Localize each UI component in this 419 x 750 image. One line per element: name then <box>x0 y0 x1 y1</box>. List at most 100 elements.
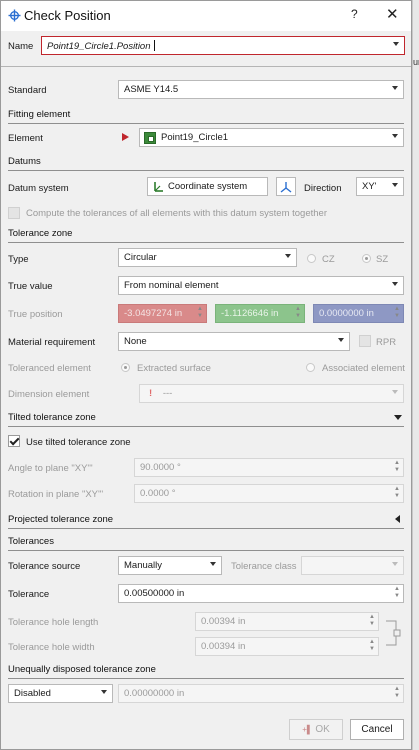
rpr-checkbox[interactable] <box>359 335 371 347</box>
ok-label: OK <box>315 724 330 735</box>
section-tolerance-zone: Tolerance zone <box>8 228 404 243</box>
spin-down-icon: ▼ <box>394 493 400 499</box>
datum-system-label: Datum system <box>8 183 69 194</box>
section-unequally-disposed: Unequally disposed tolerance zone <box>8 664 404 679</box>
chevron-down-icon <box>392 390 398 394</box>
text-cursor <box>154 40 156 51</box>
background-text-fragment: ur <box>413 57 419 67</box>
hole-width-value: 0.00394 in <box>201 641 246 652</box>
datum-system-select[interactable]: Coordinate system <box>147 177 268 196</box>
true-position-y-value: -1.1126646 in <box>221 308 279 319</box>
associated-element-radio[interactable] <box>306 363 315 372</box>
true-position-z-value: 0.0000000 in <box>319 308 374 319</box>
expand-triangle-icon[interactable] <box>395 515 400 523</box>
unequal-offset-value: 0.00000000 in <box>124 688 185 699</box>
direction-label: Direction <box>304 183 342 194</box>
spin-down-icon: ▼ <box>197 313 203 319</box>
toleranced-element-label: Toleranced element <box>8 363 91 374</box>
spin-down-icon: ▼ <box>369 646 375 652</box>
unequal-mode-select[interactable]: Disabled <box>8 684 113 703</box>
chevron-down-icon <box>392 86 398 90</box>
compute-all-checkbox[interactable] <box>8 207 20 219</box>
angle-to-plane-value: 90.0000 ° <box>140 462 181 473</box>
type-label: Type <box>8 254 29 265</box>
type-select[interactable]: Circular <box>118 248 297 267</box>
use-tilted-checkbox[interactable] <box>8 435 20 447</box>
spin-down-icon: ▼ <box>394 693 400 699</box>
use-tilted-label: Use tilted tolerance zone <box>26 437 131 448</box>
unequal-offset-field[interactable]: 0.00000000 in ▲ ▼ <box>118 684 404 703</box>
true-position-y-field[interactable]: -1.1126646 in ▲ ▼ <box>215 304 305 323</box>
direction-select[interactable]: XY' <box>356 177 404 196</box>
link-dimensions-icon[interactable] <box>384 618 402 648</box>
hole-width-field[interactable]: 0.00394 in ▲ ▼ <box>195 637 379 656</box>
check-position-dialog: Check Position ? ✕ Name Point19_Circle1.… <box>0 0 412 750</box>
red-arrow-icon[interactable] <box>122 133 129 141</box>
true-position-x-field[interactable]: -3.0497274 in ▲ ▼ <box>118 304 207 323</box>
ok-button[interactable]: +▌ OK <box>289 719 343 740</box>
spin-up-icon: ▲ <box>369 639 375 645</box>
standard-label: Standard <box>8 85 47 96</box>
angle-to-plane-field[interactable]: 90.0000 ° ▲ ▼ <box>134 458 404 477</box>
axes-icon <box>280 182 292 193</box>
spin-up-icon: ▲ <box>394 460 400 466</box>
ok-arrow-icon: +▌ <box>302 725 313 734</box>
true-value-select[interactable]: From nominal element <box>118 276 404 295</box>
type-value: Circular <box>124 252 157 263</box>
rotation-in-plane-value: 0.0000 ° <box>140 488 176 499</box>
hole-length-value: 0.00394 in <box>201 616 246 627</box>
background-window-edge: ur <box>412 0 419 750</box>
true-position-x-value: -3.0497274 in <box>124 308 183 319</box>
tolerance-class-select[interactable] <box>301 556 404 575</box>
direction-axes-button[interactable] <box>276 177 296 196</box>
name-field[interactable]: Point19_Circle1.Position <box>41 36 405 55</box>
spin-down-icon: ▼ <box>394 313 400 319</box>
circle-element-icon <box>144 132 156 144</box>
close-button[interactable]: ✕ <box>386 5 399 23</box>
tolerance-label: Tolerance <box>8 589 50 600</box>
section-tilted-tolerance-zone[interactable]: Tilted tolerance zone <box>8 412 404 427</box>
name-value: Point19_Circle1.Position <box>47 41 151 52</box>
extracted-surface-radio[interactable] <box>121 363 130 372</box>
cancel-button[interactable]: Cancel <box>350 719 404 740</box>
cancel-label: Cancel <box>361 724 393 735</box>
window-title: Check Position <box>24 8 111 23</box>
name-label: Name <box>8 41 34 52</box>
hole-width-label: Tolerance hole width <box>8 642 95 653</box>
section-projected-tolerance-zone[interactable]: Projected tolerance zone <box>8 514 404 529</box>
tolerance-source-label: Tolerance source <box>8 561 81 572</box>
sz-radio[interactable] <box>362 254 371 263</box>
position-symbol-icon <box>8 9 21 22</box>
true-value-value: From nominal element <box>124 280 219 291</box>
material-requirement-select[interactable]: None <box>118 332 350 351</box>
dimension-element-select[interactable]: ! --- <box>139 384 404 403</box>
tolerance-field[interactable]: 0.00500000 in ▲ ▼ <box>118 584 404 603</box>
spin-down-icon: ▼ <box>369 621 375 627</box>
section-datums: Datums <box>8 156 404 171</box>
chevron-down-icon <box>285 254 291 258</box>
spin-up-icon: ▲ <box>295 306 301 312</box>
hole-length-field[interactable]: 0.00394 in ▲ ▼ <box>195 612 379 631</box>
collapse-triangle-icon[interactable] <box>394 415 402 420</box>
help-button[interactable]: ? <box>351 7 358 21</box>
section-fitting-element: Fitting element <box>8 109 404 124</box>
standard-select[interactable]: ASME Y14.5 <box>118 80 404 99</box>
chevron-down-icon <box>392 183 398 187</box>
material-requirement-value: None <box>124 336 147 347</box>
datum-system-value: Coordinate system <box>168 181 248 192</box>
tolerance-source-select[interactable]: Manually <box>118 556 222 575</box>
rotation-in-plane-field[interactable]: 0.0000 ° ▲ ▼ <box>134 484 404 503</box>
rotation-in-plane-label: Rotation in plane "XY'" <box>8 489 104 500</box>
spin-down-icon: ▼ <box>394 593 400 599</box>
true-position-z-field[interactable]: 0.0000000 in ▲ ▼ <box>313 304 404 323</box>
tolerance-value: 0.00500000 in <box>124 588 185 599</box>
standard-value: ASME Y14.5 <box>124 84 179 95</box>
cz-radio[interactable] <box>307 254 316 263</box>
direction-value: XY' <box>362 181 377 192</box>
compute-all-label: Compute the tolerances of all elements w… <box>26 208 327 219</box>
spin-down-icon: ▼ <box>295 313 301 319</box>
rpr-label: RPR <box>376 337 397 348</box>
chevron-down-icon <box>338 338 344 342</box>
section-tolerances: Tolerances <box>8 536 404 551</box>
element-select[interactable]: Point19_Circle1 <box>139 128 404 147</box>
